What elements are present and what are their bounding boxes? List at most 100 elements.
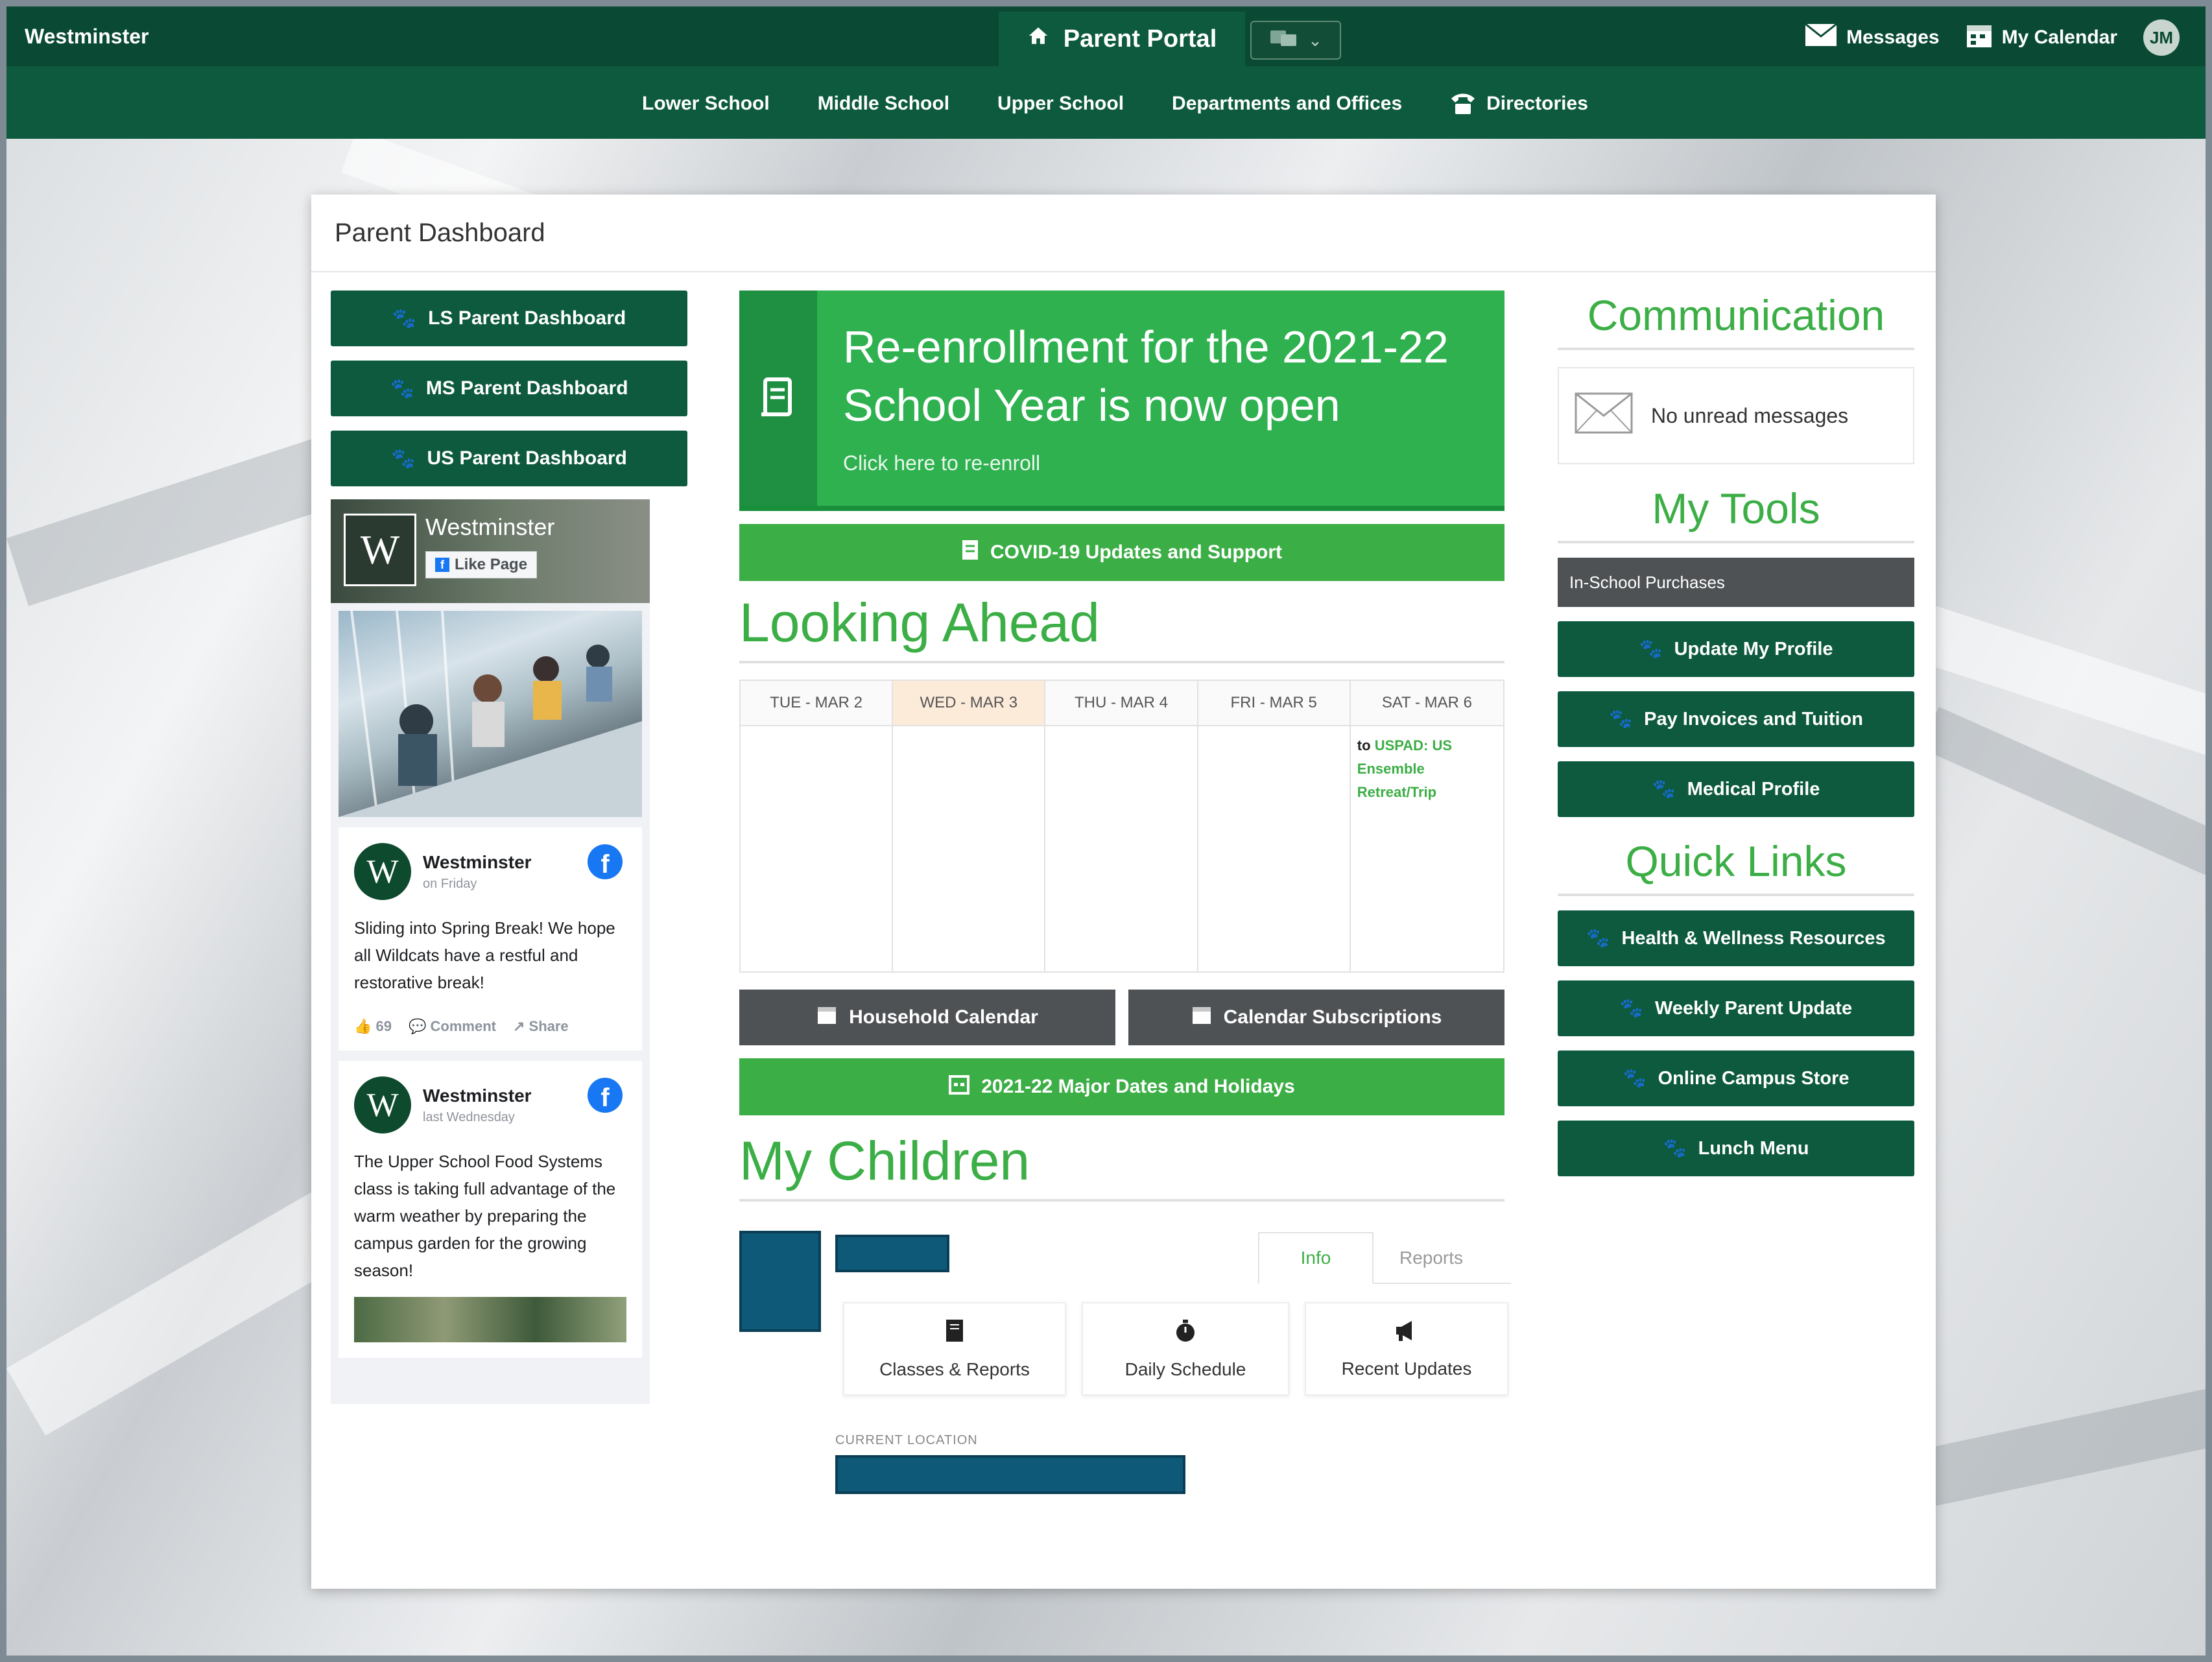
school-navigation: Lower School Middle School Upper School … <box>6 66 2206 139</box>
like-count[interactable]: 👍 69 <box>354 1018 392 1035</box>
button-label: Pay Invoices and Tuition <box>1644 708 1863 730</box>
button-label: Calendar Subscriptions <box>1223 1006 1442 1028</box>
document-icon <box>962 540 979 565</box>
recent-updates-tile[interactable]: Recent Updates <box>1305 1302 1508 1395</box>
user-avatar[interactable]: JM <box>2143 19 2180 56</box>
button-label: Health & Wellness Resources <box>1621 927 1886 949</box>
parent-portal-tab[interactable]: Parent Portal <box>999 12 1245 66</box>
update-my-profile-button[interactable]: 🐾 Update My Profile <box>1558 621 1914 677</box>
calendar-icon <box>1191 1004 1212 1030</box>
like-count-value: 69 <box>375 1018 392 1034</box>
post-text: Sliding into Spring Break! We hope all W… <box>354 918 615 992</box>
banner-icon-strip <box>739 291 817 506</box>
nav-directories[interactable]: Directories <box>1450 92 1588 115</box>
calendar-day[interactable]: FRI - MAR 5 <box>1198 681 1351 971</box>
calendar-day[interactable]: THU - MAR 4 <box>1045 681 1198 971</box>
daily-schedule-tile[interactable]: Daily Schedule <box>1082 1302 1289 1395</box>
medical-profile-button[interactable]: 🐾 Medical Profile <box>1558 761 1914 817</box>
banner-title: Re-enrollment for the 2021-22 School Yea… <box>843 322 1449 431</box>
post-time[interactable]: on Friday <box>423 877 532 892</box>
child-name-redacted[interactable] <box>835 1235 949 1272</box>
tile-label: Recent Updates <box>1341 1358 1472 1379</box>
looking-ahead-heading: Looking Ahead <box>739 591 1504 663</box>
health-wellness-button[interactable]: 🐾 Health & Wellness Resources <box>1558 910 1914 966</box>
my-tools-heading: My Tools <box>1558 484 1914 543</box>
calendar-icon <box>949 1074 970 1100</box>
share-action[interactable]: ↗ Share <box>513 1018 569 1035</box>
calendar-day-header: TUE - MAR 2 <box>741 681 892 726</box>
nav-upper-school[interactable]: Upper School <box>997 92 1124 115</box>
lunch-menu-button[interactable]: 🐾 Lunch Menu <box>1558 1121 1914 1176</box>
child-tabs: Info Reports <box>1258 1232 1511 1284</box>
communication-heading: Communication <box>1558 291 1914 350</box>
my-calendar-label: My Calendar <box>2001 27 2117 48</box>
button-label: Online Campus Store <box>1658 1067 1849 1089</box>
covid-updates-button[interactable]: COVID-19 Updates and Support <box>739 524 1504 581</box>
chevron-down-icon: ⌄ <box>1308 30 1322 50</box>
paw-icon: 🐾 <box>1639 639 1663 659</box>
button-label: Household Calendar <box>849 1006 1038 1028</box>
ms-parent-dashboard-button[interactable]: 🐾 MS Parent Dashboard <box>331 361 687 416</box>
classes-and-reports-tile[interactable]: Classes & Reports <box>843 1302 1066 1395</box>
current-location-label: CURRENT LOCATION <box>835 1433 978 1447</box>
post-author-avatar[interactable]: W <box>354 1076 411 1134</box>
post-author-avatar[interactable]: W <box>354 843 411 900</box>
nav-lower-school[interactable]: Lower School <box>642 92 770 115</box>
paw-icon: 🐾 <box>1586 928 1610 949</box>
in-school-purchases-bar[interactable]: In-School Purchases <box>1558 558 1914 607</box>
pay-invoices-button[interactable]: 🐾 Pay Invoices and Tuition <box>1558 691 1914 747</box>
facebook-feed[interactable]: W Westminster f Like Page W Westminster … <box>331 499 650 1404</box>
translate-icon <box>1269 28 1299 53</box>
language-selector[interactable]: ⌄ <box>1250 21 1341 60</box>
facebook-small-icon: f <box>435 558 449 572</box>
calendar-day[interactable]: SAT - MAR 6 to USPAD: US Ensemble Retrea… <box>1350 681 1503 971</box>
share-icon: ↗ <box>512 1018 529 1034</box>
no-messages-text: No unread messages <box>1651 403 1849 427</box>
like-page-button[interactable]: f Like Page <box>425 551 538 578</box>
re-enroll-link[interactable]: Click here to re-enroll <box>843 451 1040 475</box>
nav-middle-school[interactable]: Middle School <box>818 92 949 115</box>
calendar-day[interactable]: TUE - MAR 2 <box>741 681 894 971</box>
tab-reports[interactable]: Reports <box>1374 1232 1489 1284</box>
messages-link[interactable]: Messages <box>1805 23 1940 52</box>
ls-parent-dashboard-button[interactable]: 🐾 LS Parent Dashboard <box>331 291 687 346</box>
westminster-logo[interactable]: W <box>344 514 416 586</box>
comment-action[interactable]: 💬 Comment <box>409 1018 496 1035</box>
post-time[interactable]: last Wednesday <box>423 1110 532 1125</box>
calendar-day-header: SAT - MAR 6 <box>1350 681 1503 726</box>
facebook-icon[interactable]: f <box>588 844 623 879</box>
my-calendar-link[interactable]: My Calendar <box>1966 21 2117 54</box>
us-parent-dashboard-button[interactable]: 🐾 US Parent Dashboard <box>331 431 687 486</box>
online-campus-store-button[interactable]: 🐾 Online Campus Store <box>1558 1051 1914 1106</box>
dashboard-panel: Parent Dashboard 🐾 LS Parent Dashboard 🐾… <box>311 195 1936 1589</box>
megaphone-icon <box>1394 1319 1420 1347</box>
calendar-event[interactable]: to USPAD: US Ensemble Retreat/Trip <box>1351 726 1503 812</box>
top-bar: Westminster Parent Portal ⌄ Messages My … <box>6 6 2206 66</box>
re-enrollment-banner[interactable]: Re-enrollment for the 2021-22 School Yea… <box>739 291 1504 511</box>
facebook-post[interactable]: W Westminster on Friday f Sliding into S… <box>339 827 642 1051</box>
calendar-day[interactable]: WED - MAR 3 <box>893 681 1046 971</box>
facebook-page-name[interactable]: Westminster <box>425 514 554 541</box>
nav-departments-and-offices[interactable]: Departments and Offices <box>1172 92 1402 115</box>
paw-icon: 🐾 <box>392 307 417 329</box>
comment-icon: 💬 <box>409 1018 431 1034</box>
top-right-links: Messages My Calendar JM <box>1805 19 2180 56</box>
post-photo-garden[interactable] <box>354 1297 626 1342</box>
share-label: Share <box>529 1018 569 1034</box>
post-author[interactable]: Westminster <box>423 852 532 873</box>
post-photo-slide[interactable] <box>339 611 642 817</box>
calendar-subscriptions-button[interactable]: Calendar Subscriptions <box>1128 990 1504 1045</box>
weekly-parent-update-button[interactable]: 🐾 Weekly Parent Update <box>1558 980 1914 1036</box>
brand-name[interactable]: Westminster <box>25 25 149 49</box>
major-dates-button[interactable]: 2021-22 Major Dates and Holidays <box>739 1058 1504 1115</box>
tab-info[interactable]: Info <box>1258 1232 1374 1284</box>
page-title: Parent Dashboard <box>311 195 1936 272</box>
child-photo-redacted[interactable] <box>739 1231 821 1332</box>
post-author[interactable]: Westminster <box>423 1086 532 1106</box>
facebook-icon[interactable]: f <box>588 1078 623 1113</box>
facebook-post[interactable]: W Westminster last Wednesday f The Upper… <box>339 1061 642 1358</box>
calendar-icon <box>1966 21 1993 54</box>
week-calendar: TUE - MAR 2 WED - MAR 3 THU - MAR 4 FRI … <box>739 680 1504 973</box>
messages-widget[interactable]: No unread messages <box>1558 367 1914 464</box>
household-calendar-button[interactable]: Household Calendar <box>739 990 1115 1045</box>
